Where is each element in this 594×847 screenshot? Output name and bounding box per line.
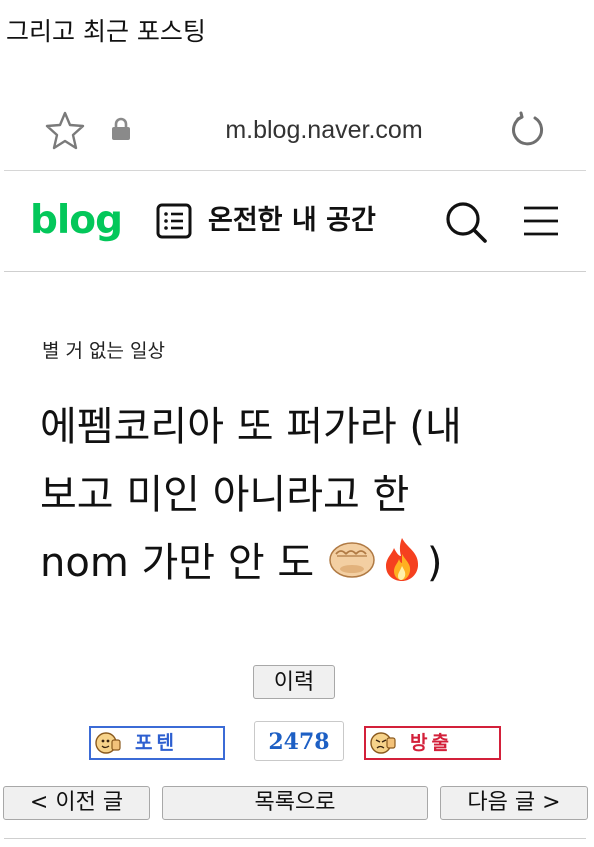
bangchul-badge[interactable]: 방출 (364, 726, 501, 760)
star-icon[interactable] (44, 110, 86, 150)
post-title: 에펨코리아 또 퍼가라 (내 보고 미인 아니라고 한 nom 가만 안 도 ) (40, 393, 570, 597)
blog-header: blog 온전한 내 공간 (4, 171, 586, 272)
url-text[interactable]: m.blog.naver.com (154, 108, 494, 152)
history-button[interactable]: 이력 (253, 665, 335, 699)
fire-emoji (385, 538, 418, 581)
post-title-suffix: ) (426, 540, 443, 586)
post-category[interactable]: 별 거 없는 일상 (42, 336, 165, 366)
poten-label: 포텐 (135, 732, 178, 754)
oncoming-fist-emoji (329, 542, 375, 578)
poten-badge[interactable]: 포텐 (89, 726, 225, 760)
blog-name[interactable]: 온전한 내 공간 (208, 199, 376, 243)
list-icon[interactable] (156, 203, 192, 239)
post-title-line: 에펨코리아 또 퍼가라 (내 (40, 404, 462, 450)
lock-icon (112, 117, 130, 140)
caption-text: 그리고 최근 포스팅 (6, 17, 206, 46)
post-title-line-last: nom 가만 안 도 ) (40, 529, 570, 597)
menu-icon[interactable] (522, 203, 560, 239)
reload-icon[interactable] (508, 110, 548, 150)
bangchul-label: 방출 (410, 732, 453, 754)
prev-post-button[interactable]: < 이전 글 (3, 786, 150, 820)
thumbs-down-face-icon (370, 732, 396, 754)
view-count-badge: 2478 (254, 721, 344, 761)
browser-address-bar: m.blog.naver.com (4, 88, 586, 171)
post-title-line: 보고 미인 아니라고 한 (40, 472, 410, 518)
thumbs-up-face-icon (95, 732, 121, 754)
post-list-button[interactable]: 목록으로 (162, 786, 428, 820)
search-icon[interactable] (444, 200, 488, 244)
post-title-line-text: nom 가만 안 도 (40, 540, 315, 586)
bottom-divider (4, 838, 586, 839)
blog-logo[interactable]: blog (30, 195, 123, 247)
next-post-button[interactable]: 다음 글 > (440, 786, 588, 820)
